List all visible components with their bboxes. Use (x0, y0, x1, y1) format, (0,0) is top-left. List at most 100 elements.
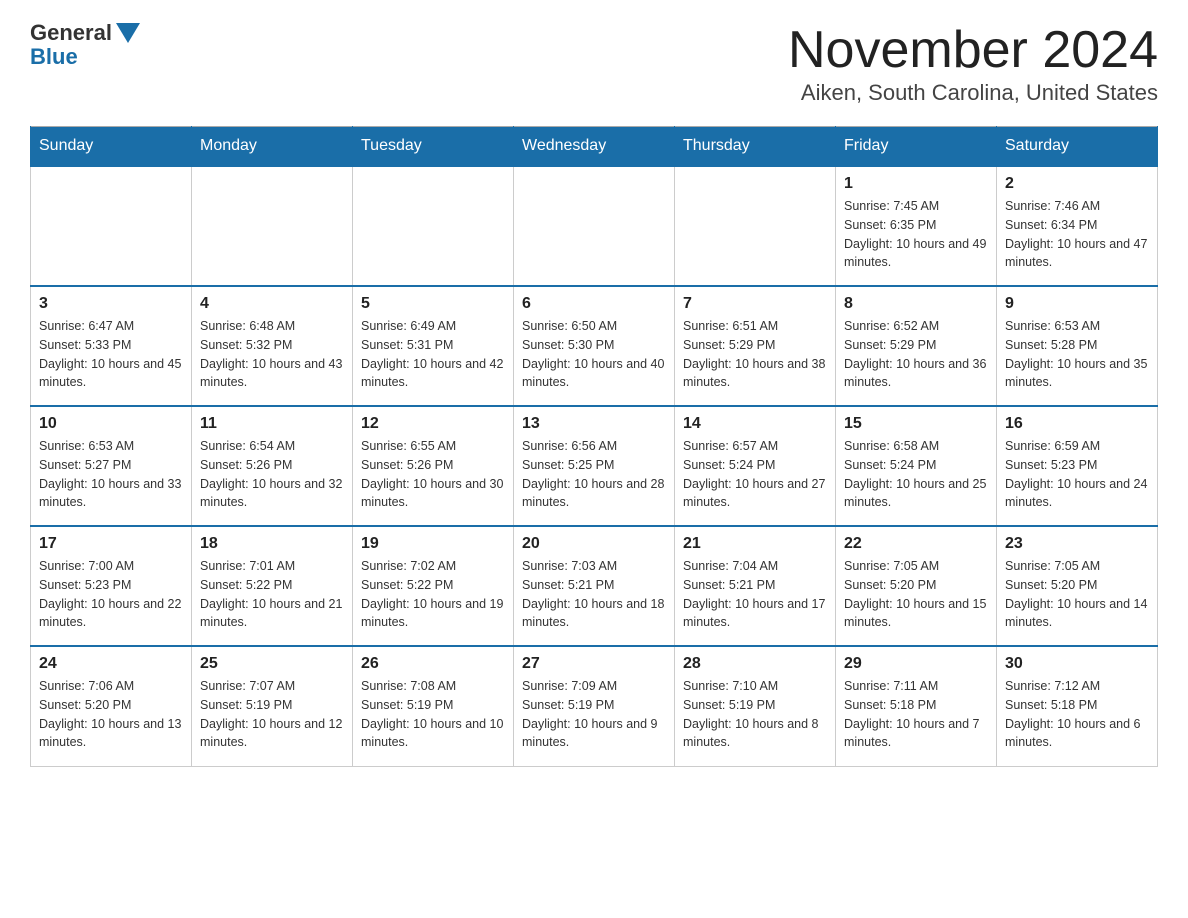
day-info: Sunrise: 7:10 AMSunset: 5:19 PMDaylight:… (683, 677, 827, 752)
day-number: 11 (200, 415, 344, 433)
calendar-cell: 18Sunrise: 7:01 AMSunset: 5:22 PMDayligh… (192, 526, 353, 646)
calendar-table: SundayMondayTuesdayWednesdayThursdayFrid… (30, 126, 1158, 767)
day-info: Sunrise: 6:51 AMSunset: 5:29 PMDaylight:… (683, 317, 827, 392)
day-info: Sunrise: 6:57 AMSunset: 5:24 PMDaylight:… (683, 437, 827, 512)
calendar-cell: 16Sunrise: 6:59 AMSunset: 5:23 PMDayligh… (997, 406, 1158, 526)
day-number: 3 (39, 295, 183, 313)
calendar-cell: 24 Sunrise: 7:06 AMSunset: 5:20 PMDayligh… (31, 646, 192, 766)
day-info: Sunrise: 6:53 AMSunset: 5:28 PMDaylight:… (1005, 317, 1149, 392)
day-info: Sunrise: 6:54 AMSunset: 5:26 PMDaylight:… (200, 437, 344, 512)
day-info: Sunrise: 6:52 AMSunset: 5:29 PMDaylight:… (844, 317, 988, 392)
day-info: Sunrise: 7:07 AMSunset: 5:19 PMDaylight:… (200, 677, 344, 752)
day-number: 19 (361, 535, 505, 553)
day-of-week-header: Thursday (675, 127, 836, 167)
day-number: 22 (844, 535, 988, 553)
calendar-cell: 5 Sunrise: 6:49 AMSunset: 5:31 PMDaylight… (353, 286, 514, 406)
day-number: 12 (361, 415, 505, 433)
day-of-week-header: Wednesday (514, 127, 675, 167)
calendar-cell (514, 166, 675, 286)
day-number: 28 (683, 655, 827, 673)
day-info: Sunrise: 7:46 AMSunset: 6:34 PMDaylight:… (1005, 197, 1149, 272)
logo-blue-text: Blue (30, 44, 78, 70)
calendar-cell: 19 Sunrise: 7:02 AMSunset: 5:22 PMDayligh… (353, 526, 514, 646)
calendar-cell (31, 166, 192, 286)
calendar-cell: 9 Sunrise: 6:53 AMSunset: 5:28 PMDaylight… (997, 286, 1158, 406)
day-number: 2 (1005, 175, 1149, 193)
day-number: 6 (522, 295, 666, 313)
calendar-cell: 6 Sunrise: 6:50 AMSunset: 5:30 PMDaylight… (514, 286, 675, 406)
day-number: 26 (361, 655, 505, 673)
day-number: 21 (683, 535, 827, 553)
day-info: Sunrise: 7:12 AMSunset: 5:18 PMDaylight:… (1005, 677, 1149, 752)
day-info: Sunrise: 6:49 AMSunset: 5:31 PMDaylight:… (361, 317, 505, 392)
calendar-cell: 23 Sunrise: 7:05 AMSunset: 5:20 PMDayligh… (997, 526, 1158, 646)
day-info: Sunrise: 6:55 AMSunset: 5:26 PMDaylight:… (361, 437, 505, 512)
calendar-cell: 4Sunrise: 6:48 AMSunset: 5:32 PMDaylight… (192, 286, 353, 406)
day-number: 7 (683, 295, 827, 313)
day-number: 29 (844, 655, 988, 673)
day-number: 14 (683, 415, 827, 433)
calendar-week-row: 3 Sunrise: 6:47 AMSunset: 5:33 PMDaylight… (31, 286, 1158, 406)
calendar-cell: 20Sunrise: 7:03 AMSunset: 5:21 PMDayligh… (514, 526, 675, 646)
day-info: Sunrise: 7:01 AMSunset: 5:22 PMDaylight:… (200, 557, 344, 632)
calendar-cell: 11 Sunrise: 6:54 AMSunset: 5:26 PMDayligh… (192, 406, 353, 526)
day-info: Sunrise: 6:56 AMSunset: 5:25 PMDaylight:… (522, 437, 666, 512)
logo-triangle-icon (116, 23, 140, 43)
day-info: Sunrise: 7:06 AMSunset: 5:20 PMDaylight:… (39, 677, 183, 752)
day-info: Sunrise: 7:09 AMSunset: 5:19 PMDaylight:… (522, 677, 666, 752)
calendar-cell: 10Sunrise: 6:53 AMSunset: 5:27 PMDayligh… (31, 406, 192, 526)
calendar-cell: 13 Sunrise: 6:56 AMSunset: 5:25 PMDayligh… (514, 406, 675, 526)
day-number: 5 (361, 295, 505, 313)
calendar-header-row: SundayMondayTuesdayWednesdayThursdayFrid… (31, 127, 1158, 167)
day-info: Sunrise: 7:45 AMSunset: 6:35 PMDaylight:… (844, 197, 988, 272)
calendar-week-row: 24 Sunrise: 7:06 AMSunset: 5:20 PMDayligh… (31, 646, 1158, 766)
day-info: Sunrise: 6:47 AMSunset: 5:33 PMDaylight:… (39, 317, 183, 392)
calendar-cell: 25 Sunrise: 7:07 AMSunset: 5:19 PMDayligh… (192, 646, 353, 766)
calendar-cell: 29 Sunrise: 7:11 AMSunset: 5:18 PMDayligh… (836, 646, 997, 766)
day-info: Sunrise: 7:02 AMSunset: 5:22 PMDaylight:… (361, 557, 505, 632)
calendar-cell: 12 Sunrise: 6:55 AMSunset: 5:26 PMDayligh… (353, 406, 514, 526)
calendar-cell (675, 166, 836, 286)
calendar-cell: 22Sunrise: 7:05 AMSunset: 5:20 PMDayligh… (836, 526, 997, 646)
day-info: Sunrise: 7:00 AMSunset: 5:23 PMDaylight:… (39, 557, 183, 632)
day-info: Sunrise: 7:08 AMSunset: 5:19 PMDaylight:… (361, 677, 505, 752)
day-number: 4 (200, 295, 344, 313)
calendar-cell: 26 Sunrise: 7:08 AMSunset: 5:19 PMDayligh… (353, 646, 514, 766)
calendar-cell (353, 166, 514, 286)
day-of-week-header: Friday (836, 127, 997, 167)
logo-general-text: General (30, 20, 112, 46)
day-number: 30 (1005, 655, 1149, 673)
logo: General Blue (30, 20, 140, 70)
day-info: Sunrise: 6:50 AMSunset: 5:30 PMDaylight:… (522, 317, 666, 392)
calendar-week-row: 1 Sunrise: 7:45 AMSunset: 6:35 PMDaylight… (31, 166, 1158, 286)
day-number: 24 (39, 655, 183, 673)
day-number: 23 (1005, 535, 1149, 553)
day-info: Sunrise: 7:05 AMSunset: 5:20 PMDaylight:… (1005, 557, 1149, 632)
calendar-week-row: 17 Sunrise: 7:00 AMSunset: 5:23 PMDayligh… (31, 526, 1158, 646)
day-number: 1 (844, 175, 988, 193)
calendar-title: November 2024 (788, 20, 1158, 80)
day-info: Sunrise: 7:04 AMSunset: 5:21 PMDaylight:… (683, 557, 827, 632)
day-number: 17 (39, 535, 183, 553)
calendar-cell: 17 Sunrise: 7:00 AMSunset: 5:23 PMDayligh… (31, 526, 192, 646)
calendar-cell: 1 Sunrise: 7:45 AMSunset: 6:35 PMDaylight… (836, 166, 997, 286)
day-number: 27 (522, 655, 666, 673)
calendar-cell: 14 Sunrise: 6:57 AMSunset: 5:24 PMDayligh… (675, 406, 836, 526)
day-number: 10 (39, 415, 183, 433)
calendar-cell: 3 Sunrise: 6:47 AMSunset: 5:33 PMDaylight… (31, 286, 192, 406)
calendar-cell: 30 Sunrise: 7:12 AMSunset: 5:18 PMDayligh… (997, 646, 1158, 766)
day-of-week-header: Sunday (31, 127, 192, 167)
calendar-cell: 15Sunrise: 6:58 AMSunset: 5:24 PMDayligh… (836, 406, 997, 526)
day-of-week-header: Tuesday (353, 127, 514, 167)
day-info: Sunrise: 7:11 AMSunset: 5:18 PMDaylight:… (844, 677, 988, 752)
day-number: 13 (522, 415, 666, 433)
calendar-cell: 21 Sunrise: 7:04 AMSunset: 5:21 PMDayligh… (675, 526, 836, 646)
calendar-cell (192, 166, 353, 286)
day-number: 15 (844, 415, 988, 433)
title-block: November 2024 Aiken, South Carolina, Uni… (788, 20, 1158, 106)
calendar-week-row: 10Sunrise: 6:53 AMSunset: 5:27 PMDayligh… (31, 406, 1158, 526)
calendar-cell: 2 Sunrise: 7:46 AMSunset: 6:34 PMDaylight… (997, 166, 1158, 286)
day-info: Sunrise: 7:03 AMSunset: 5:21 PMDaylight:… (522, 557, 666, 632)
day-number: 25 (200, 655, 344, 673)
day-number: 9 (1005, 295, 1149, 313)
